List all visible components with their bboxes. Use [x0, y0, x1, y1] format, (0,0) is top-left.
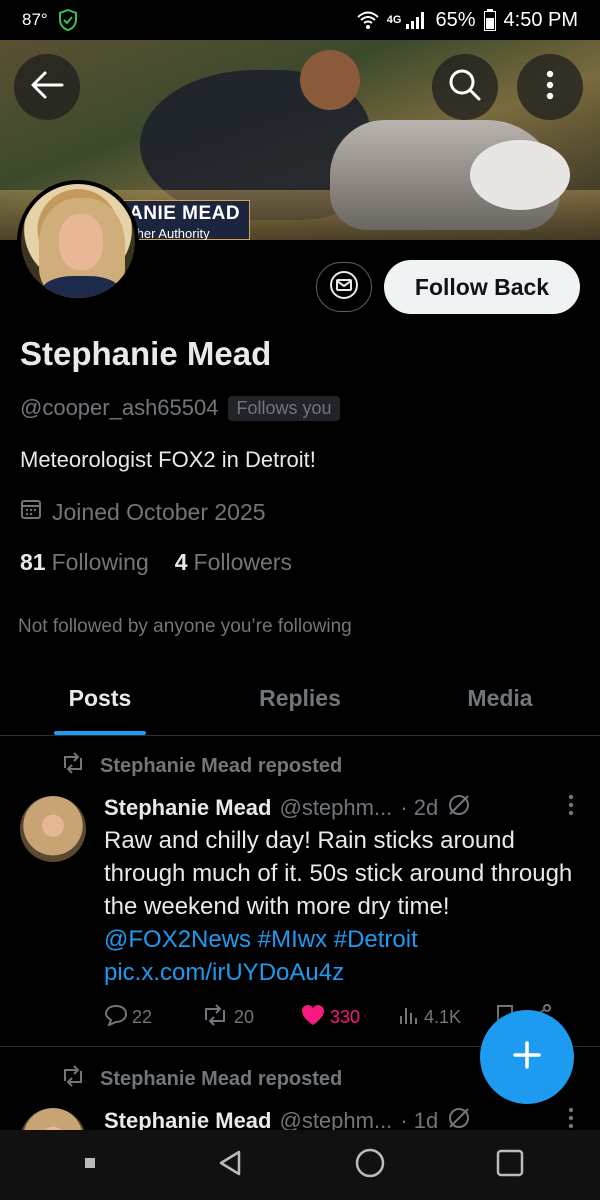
repost-button[interactable]: 20 — [200, 1004, 300, 1031]
follows-you-badge: Follows you — [228, 395, 340, 421]
status-bar: 87° 4G 65% 4:50 PM — [0, 0, 600, 40]
profile-name: Stephanie Mead — [20, 335, 272, 372]
triangle-back-icon — [215, 1148, 245, 1183]
search-button[interactable] — [432, 54, 498, 120]
dot-icon — [84, 1156, 96, 1174]
plus-icon — [511, 1039, 543, 1076]
profile-handle: @cooper_ash65504 — [20, 395, 219, 420]
network-type: 4G — [386, 14, 402, 26]
repost-indicator: Stephanie Mead reposted — [60, 1065, 342, 1093]
repost-icon — [60, 1065, 86, 1093]
nav-back-button[interactable] — [200, 1135, 260, 1195]
grok-icon[interactable] — [446, 792, 472, 824]
repost-label: Stephanie Mead reposted — [100, 754, 343, 777]
post-author-handle: @stephm... — [279, 795, 393, 820]
followers-label: Followers — [193, 549, 292, 575]
repost-icon — [60, 752, 86, 780]
square-recents-icon — [495, 1148, 525, 1183]
battery-icon — [483, 9, 496, 31]
follow-counts: 81 Following 4 Followers — [20, 549, 292, 576]
tab-replies[interactable]: Replies — [200, 662, 400, 735]
following-count: 81 — [20, 549, 46, 575]
repost-icon — [200, 1004, 230, 1031]
battery-percent: 65% — [435, 8, 476, 31]
profile-bio: Meteorologist FOX2 in Detroit! — [20, 447, 316, 472]
post-age: · 2d — [400, 795, 439, 820]
signal-icon — [405, 10, 427, 30]
envelope-icon — [329, 270, 359, 305]
more-options-button[interactable] — [517, 54, 583, 120]
nav-menu-button[interactable] — [60, 1135, 120, 1195]
like-button[interactable]: 330 — [300, 1004, 398, 1031]
handle-row: @cooper_ash65504 Follows you — [20, 395, 340, 421]
reply-icon — [104, 1004, 128, 1031]
back-button[interactable] — [14, 54, 80, 120]
post-text: Raw and chilly day! Rain sticks around t… — [104, 827, 573, 920]
follow-back-button[interactable]: Follow Back — [384, 260, 580, 314]
tab-media[interactable]: Media — [400, 662, 600, 735]
reply-button[interactable]: 22 — [104, 1004, 200, 1031]
heart-icon — [300, 1004, 326, 1031]
post-links[interactable]: @FOX2News #MIwx #Detroit pic.x.com/irUYD… — [104, 926, 418, 986]
circle-home-icon — [354, 1147, 386, 1184]
joined-date: Joined October 2025 — [20, 498, 266, 526]
views-count: 4.1K — [424, 1007, 462, 1027]
profile-tabs: Posts Replies Media — [0, 662, 600, 736]
tab-posts[interactable]: Posts — [0, 662, 200, 735]
wifi-icon — [357, 10, 379, 30]
mutual-followers-note: Not followed by anyone you’re following — [18, 616, 352, 637]
nav-home-button[interactable] — [340, 1135, 400, 1195]
temperature: 87° — [22, 10, 48, 29]
calendar-icon — [20, 498, 42, 526]
clock: 4:50 PM — [503, 8, 578, 31]
joined-text: Joined October 2025 — [52, 498, 266, 525]
views-icon — [398, 1004, 420, 1031]
followers-link[interactable]: 4 Followers — [175, 549, 292, 576]
repost-indicator: Stephanie Mead reposted — [60, 752, 342, 780]
shield-icon — [56, 8, 80, 32]
post-author-avatar[interactable] — [20, 796, 86, 862]
system-nav-bar — [0, 1130, 600, 1200]
message-button[interactable] — [316, 262, 372, 312]
search-icon — [448, 68, 482, 107]
post-header: Stephanie Mead @stephm... · 2d — [104, 792, 574, 824]
more-vertical-icon — [546, 70, 554, 105]
arrow-left-icon — [30, 70, 64, 105]
following-label: Following — [51, 549, 149, 575]
followers-count: 4 — [174, 549, 188, 575]
reply-count: 22 — [132, 1007, 153, 1027]
compose-button[interactable] — [480, 1010, 574, 1104]
repost-count: 20 — [234, 1007, 255, 1027]
post-more-icon[interactable] — [568, 794, 574, 822]
post-body[interactable]: Raw and chilly day! Rain sticks around t… — [104, 824, 584, 989]
like-count: 330 — [330, 1007, 361, 1027]
views-button[interactable]: 4.1K — [398, 1004, 494, 1031]
post-author-name[interactable]: Stephanie Mead — [104, 795, 271, 821]
following-link[interactable]: 81 Following — [20, 549, 149, 576]
profile-avatar[interactable] — [17, 180, 139, 302]
nav-recents-button[interactable] — [480, 1135, 540, 1195]
repost-label: Stephanie Mead reposted — [100, 1067, 343, 1090]
